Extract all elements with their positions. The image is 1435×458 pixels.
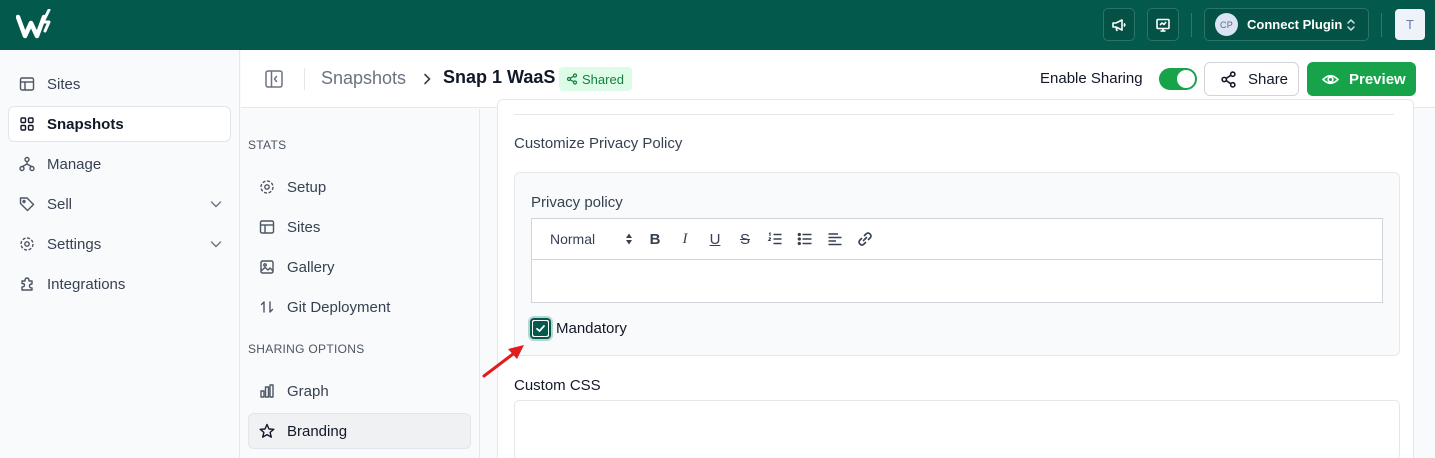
- enable-sharing-label: Enable Sharing: [1040, 70, 1143, 87]
- chevron-updown-icon: [625, 232, 633, 246]
- gear-icon: [259, 179, 275, 195]
- presentation-icon: [1155, 17, 1171, 33]
- divider: [514, 114, 1394, 115]
- enable-sharing-toggle[interactable]: [1159, 68, 1197, 90]
- sidebar-item-label: Sell: [47, 195, 73, 213]
- subnav-item-label: Gallery: [287, 258, 335, 276]
- sidebar-item-sites[interactable]: Sites: [8, 66, 231, 102]
- align-left-icon[interactable]: [826, 230, 844, 248]
- image-icon: [259, 259, 275, 275]
- top-bar: CP Connect Plugin T: [0, 0, 1435, 50]
- main-content: Customize Privacy Policy Privacy policy …: [481, 99, 1435, 458]
- section-title-sharing-options: SHARING OPTIONS: [248, 342, 365, 356]
- announcements-button[interactable]: [1103, 8, 1135, 41]
- sidebar-toggle-icon[interactable]: [264, 69, 284, 89]
- chevron-down-icon: [209, 237, 223, 251]
- sidebar-item-label: Snapshots: [47, 115, 124, 133]
- subnav-item-branding[interactable]: Branding: [248, 413, 471, 449]
- subnav-item-git-deployment[interactable]: Git Deployment: [248, 289, 471, 325]
- privacy-section-title: Customize Privacy Policy: [514, 135, 683, 152]
- topbar-divider: [1191, 13, 1192, 37]
- annotation-arrow-icon: [481, 325, 531, 380]
- eye-icon: [1322, 71, 1349, 88]
- snapshot-subnav: STATS Setup Sites Gallery Git Deployment…: [241, 109, 480, 458]
- sidebar-item-label: Integrations: [47, 275, 126, 293]
- custom-css-textarea[interactable]: [514, 400, 1400, 458]
- sidebar-item-integrations[interactable]: Integrations: [8, 266, 231, 302]
- strikethrough-icon[interactable]: S: [736, 230, 754, 248]
- format-select[interactable]: Normal: [550, 231, 595, 247]
- status-badge: Shared: [559, 67, 632, 91]
- arrows-updown-icon: [259, 299, 275, 315]
- chevron-updown-icon: [1346, 18, 1356, 32]
- section-title-stats: STATS: [248, 138, 287, 152]
- header-divider: [304, 68, 305, 90]
- subnav-item-graph[interactable]: Graph: [248, 373, 471, 409]
- page-title: Snap 1 WaaS: [443, 67, 556, 87]
- sidebar-item-label: Sites: [47, 75, 81, 93]
- sidebar-item-manage[interactable]: Manage: [8, 146, 231, 182]
- connect-plugin-label: Connect Plugin: [1247, 17, 1343, 32]
- toggle-knob: [1177, 70, 1195, 88]
- star-icon: [259, 423, 275, 439]
- layout-icon: [19, 76, 35, 92]
- hierarchy-icon: [19, 156, 35, 172]
- tag-icon: [19, 196, 35, 212]
- layout-icon: [259, 219, 275, 235]
- user-avatar-button[interactable]: T: [1395, 9, 1425, 40]
- underline-icon[interactable]: U: [706, 230, 724, 248]
- privacy-policy-card: Privacy policy Normal B I U S Mandatory: [514, 172, 1400, 356]
- subnav-item-gallery[interactable]: Gallery: [248, 249, 471, 285]
- share-button[interactable]: Share: [1204, 62, 1299, 96]
- main-sidebar: Sites Snapshots Manage Sell Settings Int…: [0, 50, 240, 458]
- link-icon[interactable]: [856, 230, 874, 248]
- subnav-item-sites[interactable]: Sites: [248, 209, 471, 245]
- sidebar-item-snapshots[interactable]: Snapshots: [8, 106, 231, 142]
- privacy-policy-editor: Normal B I U S: [531, 218, 1383, 303]
- bullet-list-icon[interactable]: [796, 230, 814, 248]
- italic-icon[interactable]: I: [676, 230, 694, 248]
- bold-icon[interactable]: B: [646, 230, 664, 248]
- breadcrumb-snapshots[interactable]: Snapshots: [321, 68, 406, 89]
- sidebar-item-label: Settings: [47, 235, 102, 253]
- chevron-down-icon: [209, 197, 223, 211]
- presentation-button[interactable]: [1147, 8, 1179, 41]
- connect-avatar: CP: [1215, 13, 1238, 36]
- preview-button[interactable]: Preview: [1307, 62, 1416, 96]
- editor-toolbar: Normal B I U S: [532, 219, 1382, 260]
- grid-icon: [19, 116, 35, 132]
- subnav-item-label: Branding: [287, 422, 348, 440]
- ordered-list-icon[interactable]: [766, 230, 784, 248]
- bar-chart-icon: [259, 383, 275, 399]
- share-nodes-icon: [566, 73, 582, 85]
- subnav-item-setup[interactable]: Setup: [248, 169, 471, 205]
- connect-plugin-button[interactable]: CP Connect Plugin: [1204, 8, 1369, 41]
- chevron-right-icon: [421, 72, 433, 86]
- branding-panel: Customize Privacy Policy Privacy policy …: [497, 99, 1414, 458]
- privacy-policy-label: Privacy policy: [531, 194, 623, 211]
- w-logo-icon[interactable]: [16, 9, 56, 41]
- megaphone-icon: [1111, 17, 1127, 33]
- share-button-label: Share: [1248, 70, 1289, 88]
- share-nodes-icon: [1220, 70, 1248, 88]
- topbar-divider: [1381, 13, 1382, 37]
- subnav-item-label: Setup: [287, 178, 327, 196]
- sidebar-item-sell[interactable]: Sell: [8, 186, 231, 222]
- sidebar-item-label: Manage: [47, 155, 102, 173]
- sidebar-item-settings[interactable]: Settings: [8, 226, 231, 262]
- puzzle-icon: [19, 276, 35, 292]
- subnav-item-label: Graph: [287, 382, 329, 400]
- preview-button-label: Preview: [1349, 70, 1406, 88]
- subnav-item-label: Git Deployment: [287, 298, 391, 316]
- gear-icon: [19, 236, 35, 252]
- subnav-item-label: Sites: [287, 218, 321, 236]
- check-icon: [533, 321, 548, 336]
- status-badge-label: Shared: [582, 71, 624, 87]
- mandatory-label[interactable]: Mandatory: [556, 320, 627, 337]
- editor-content[interactable]: [532, 261, 1382, 302]
- mandatory-checkbox[interactable]: [530, 318, 551, 339]
